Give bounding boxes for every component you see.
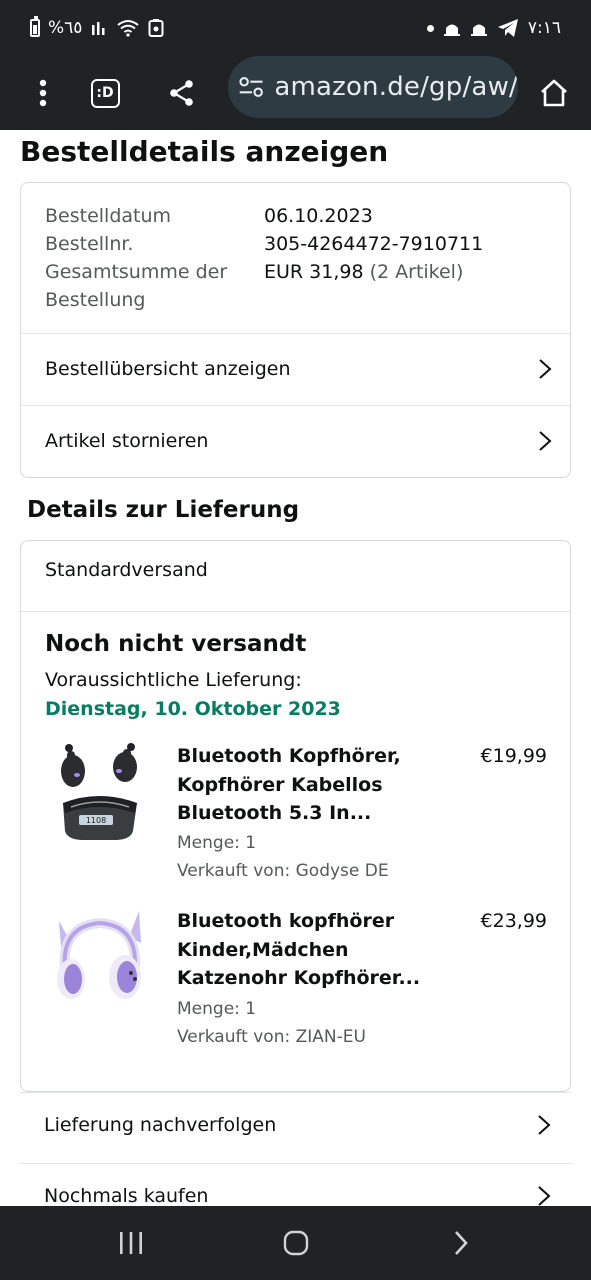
status-left: %٦٥ bbox=[30, 15, 164, 41]
wifi-icon bbox=[117, 20, 140, 37]
chevron-right-icon bbox=[539, 431, 552, 451]
product-seller: Verkauft von: ZIAN-EU bbox=[177, 1027, 366, 1047]
buy-again-label: Nochmals kaufen bbox=[44, 1184, 209, 1207]
view-order-summary-label: Bestellübersicht anzeigen bbox=[45, 358, 291, 380]
mosque-icon bbox=[443, 24, 460, 36]
back-button[interactable] bbox=[441, 1223, 481, 1263]
url-text: amazon.de/gp/aw/ bbox=[274, 72, 518, 102]
product-price: €19,99 bbox=[480, 745, 547, 767]
delivery-card: Standardversand Noch nicht versandt Vora… bbox=[20, 540, 571, 1092]
order-info-card: Bestelldatum 06.10.2023 Bestellnr. 305-4… bbox=[20, 182, 571, 478]
clock: ٧:١٦ bbox=[527, 18, 561, 38]
shipping-method: Standardversand bbox=[45, 559, 208, 581]
home-circle-icon bbox=[283, 1230, 309, 1256]
recent-apps-icon bbox=[120, 1232, 142, 1254]
shipment-status: Noch nicht versandt bbox=[45, 631, 307, 657]
system-nav-bar bbox=[0, 1206, 591, 1280]
chevron-right-icon bbox=[455, 1231, 468, 1255]
view-order-summary-link[interactable]: Bestellübersicht anzeigen bbox=[21, 334, 570, 404]
cancel-items-link[interactable]: Artikel stornieren bbox=[21, 406, 570, 476]
product-item[interactable]: 1108 Bluetooth Kopfhörer, Kopfhörer Kabe… bbox=[21, 741, 570, 891]
buy-again-link[interactable]: Nochmals kaufen bbox=[20, 1160, 571, 1206]
order-date-label: Bestelldatum bbox=[45, 205, 172, 227]
cancel-items-label: Artikel stornieren bbox=[45, 430, 209, 452]
order-date-value: 06.10.2023 bbox=[264, 205, 373, 227]
battery-icon bbox=[30, 16, 40, 37]
order-number-value: 305-4264472-7910711 bbox=[264, 233, 484, 255]
recent-apps-button[interactable] bbox=[111, 1223, 151, 1263]
svg-text:1108: 1108 bbox=[86, 816, 106, 825]
order-total-label: Gesamtsumme der Bestellung bbox=[45, 258, 227, 314]
order-total-label-line2: Bestellung bbox=[45, 289, 146, 311]
order-total-value: EUR 31,98 (2 Artikel) bbox=[264, 258, 463, 286]
notification-app-icon bbox=[148, 19, 164, 37]
product-seller: Verkauft von: Godyse DE bbox=[177, 861, 389, 881]
signal-icon bbox=[92, 22, 105, 35]
home-button[interactable] bbox=[530, 69, 578, 117]
tab-switcher-icon: :D bbox=[90, 78, 120, 108]
product-item[interactable]: Bluetooth kopfhörer Kinder,Mädchen Katze… bbox=[21, 907, 570, 1057]
product-quantity: Menge: 1 bbox=[177, 833, 257, 853]
product-image-cat-headphones[interactable] bbox=[51, 907, 147, 1015]
share-icon bbox=[170, 80, 193, 106]
home-nav-button[interactable] bbox=[276, 1223, 316, 1263]
expected-delivery-date: Dienstag, 10. Oktober 2023 bbox=[45, 698, 341, 720]
product-title[interactable]: Bluetooth kopfhörer Kinder,Mädchen Katze… bbox=[177, 907, 447, 993]
tabs-button[interactable]: :D bbox=[81, 69, 129, 117]
site-settings-icon bbox=[239, 77, 263, 97]
track-delivery-label: Lieferung nachverfolgen bbox=[44, 1113, 277, 1136]
chevron-right-icon bbox=[539, 359, 552, 379]
browser-toolbar: :D amazon.de/gp/aw/ bbox=[0, 56, 591, 187]
telegram-icon bbox=[497, 19, 518, 37]
order-number-label: Bestellnr. bbox=[45, 233, 134, 255]
notification-dot-icon bbox=[426, 24, 434, 32]
chevron-right-icon bbox=[538, 1114, 551, 1135]
product-quantity: Menge: 1 bbox=[177, 999, 257, 1019]
tab-switcher-label: :D bbox=[96, 85, 114, 101]
mosque-icon bbox=[470, 24, 487, 36]
page-content[interactable]: Bestelldetails anzeigen Bestelldatum 06.… bbox=[0, 131, 591, 1206]
page-title: Bestelldetails anzeigen bbox=[20, 135, 389, 168]
url-bar[interactable]: amazon.de/gp/aw/ bbox=[228, 56, 518, 118]
menu-button[interactable] bbox=[19, 69, 67, 117]
chevron-right-icon bbox=[538, 1185, 551, 1206]
order-total-amount: EUR 31,98 bbox=[264, 261, 364, 283]
track-delivery-link[interactable]: Lieferung nachverfolgen bbox=[20, 1089, 571, 1160]
status-right: ٧:١٦ bbox=[426, 15, 561, 41]
product-image-earbuds[interactable]: 1108 bbox=[51, 741, 147, 849]
share-button[interactable] bbox=[158, 69, 206, 117]
product-price: €23,99 bbox=[480, 910, 547, 932]
battery-percent: %٦٥ bbox=[48, 18, 83, 38]
delivery-section-title: Details zur Lieferung bbox=[27, 497, 300, 523]
more-vert-icon bbox=[39, 79, 47, 107]
status-bar: %٦٥ ٧:١٦ bbox=[0, 0, 591, 56]
home-icon bbox=[541, 79, 567, 107]
order-total-label-line1: Gesamtsumme der bbox=[45, 261, 228, 283]
product-title[interactable]: Bluetooth Kopfhörer, Kopfhörer Kabellos … bbox=[177, 742, 447, 828]
divider bbox=[21, 611, 570, 612]
expected-delivery-label: Voraussichtliche Lieferung: bbox=[45, 669, 302, 691]
order-item-count: (2 Artikel) bbox=[369, 261, 464, 283]
